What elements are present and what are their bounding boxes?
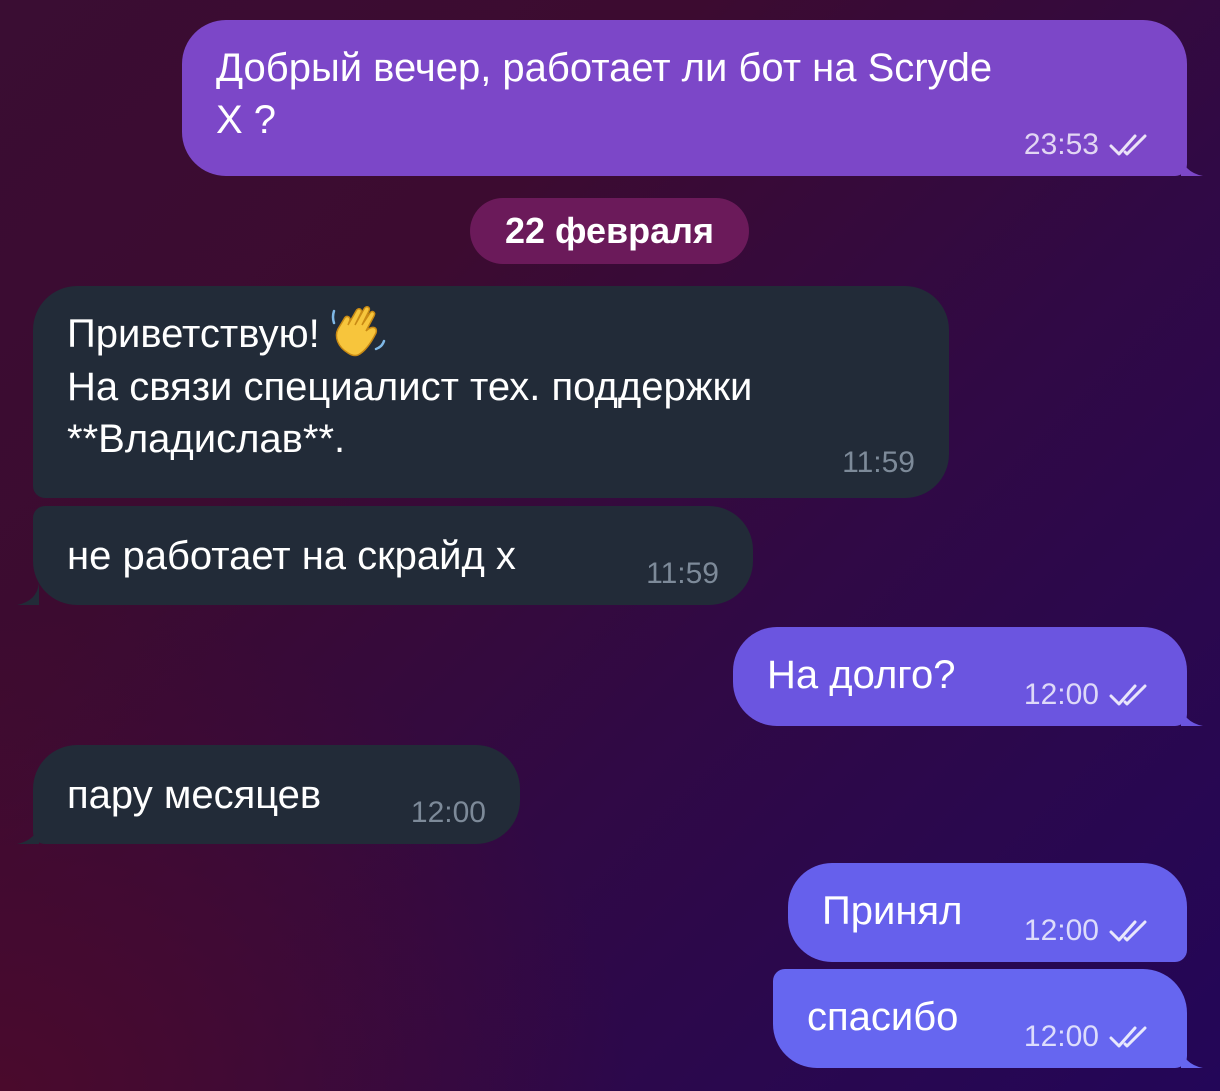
message-meta: 11:59 — [842, 448, 915, 478]
bubble-tail — [1181, 704, 1203, 726]
message-bubble-outgoing[interactable]: Принял 12:00 — [788, 863, 1187, 962]
bubble-tail — [17, 583, 39, 605]
message-time: 12:00 — [410, 796, 486, 829]
double-check-icon — [1109, 920, 1147, 942]
date-separator: 22 февраля — [470, 198, 749, 264]
bubble-tail — [17, 822, 39, 844]
message-bubble-incoming[interactable]: пару месяцев 12:00 — [17, 745, 520, 844]
double-check-icon — [1109, 134, 1147, 156]
chat-history[interactable]: Добрый вечер, работает ли бот на Scryde … — [0, 0, 1220, 1091]
message-time: 12:00 — [1023, 678, 1099, 711]
message-bubble-incoming[interactable]: не работает на скрайд х 11:59 — [17, 506, 753, 605]
bubble-tail — [1181, 154, 1203, 176]
message-time: 12:00 — [1023, 914, 1099, 947]
message-time: 11:59 — [646, 557, 719, 590]
message-text: Добрый вечер, работает ли бот на Scryde … — [216, 46, 993, 142]
message-time: 12:00 — [1023, 1020, 1099, 1053]
message-time: 11:59 — [842, 446, 915, 479]
message-meta: 12:00 — [1024, 1022, 1153, 1052]
message-bubble-incoming[interactable]: Приветствую! На связи специалист тех. по… — [33, 286, 949, 498]
message-bubble-outgoing[interactable]: На долго? 12:00 — [733, 627, 1203, 726]
message-meta: 12:00 — [411, 798, 486, 828]
message-text-line1: Приветствую! — [67, 312, 320, 356]
bubble-tail — [1181, 1046, 1203, 1068]
double-check-icon — [1109, 1026, 1147, 1048]
message-meta: 11:59 — [646, 559, 719, 589]
waving-hand-icon — [331, 306, 385, 357]
double-check-icon — [1109, 684, 1147, 706]
message-meta: 12:00 — [1024, 680, 1153, 710]
message-text: На связи специалист тех. поддержки **Вла… — [67, 365, 753, 462]
message-meta: 12:00 — [1024, 916, 1153, 946]
message-text: не работает на скрайд х — [67, 534, 516, 578]
message-time: 23:53 — [1023, 128, 1099, 161]
message-bubble-outgoing[interactable]: спасибо 12:00 — [773, 969, 1203, 1068]
message-bubble-outgoing[interactable]: Добрый вечер, работает ли бот на Scryde … — [182, 20, 1203, 176]
message-meta: 23:53 — [1024, 130, 1153, 160]
